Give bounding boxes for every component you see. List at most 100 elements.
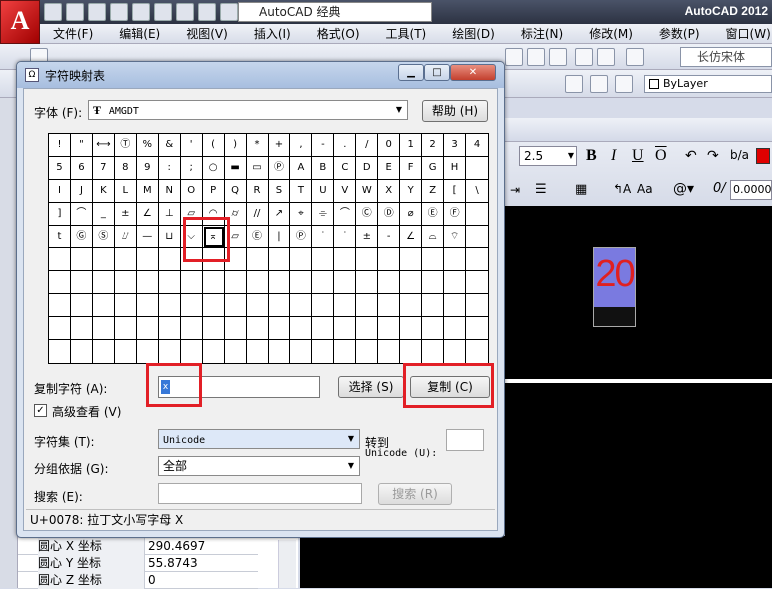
character-cell[interactable]: A (290, 156, 313, 180)
character-cell[interactable] (180, 271, 203, 295)
character-cell[interactable] (466, 226, 488, 249)
insert-field-icon[interactable]: ▦ (575, 182, 587, 197)
character-cell[interactable] (290, 317, 313, 341)
menu-draw[interactable]: 绘图(D) (439, 25, 508, 42)
character-cell[interactable] (334, 294, 357, 318)
design-center-icon[interactable] (597, 48, 615, 66)
menu-window[interactable]: 窗口(W) (713, 25, 772, 42)
character-cell[interactable] (49, 248, 71, 272)
character-cell[interactable]: — (136, 225, 159, 249)
character-cell[interactable]: Ⓕ (444, 202, 467, 226)
mtext-content[interactable]: 20 (594, 249, 635, 299)
layer-states-icon[interactable] (590, 75, 608, 93)
character-cell[interactable]: ∠ (400, 225, 423, 249)
character-cell[interactable] (159, 340, 181, 363)
character-cell[interactable] (356, 294, 379, 318)
character-cell[interactable]: ! (49, 134, 71, 157)
font-select[interactable]: Ŧ AMGDT ▼ (88, 100, 408, 120)
character-cell[interactable]: 1 (400, 134, 423, 157)
character-cell[interactable]: E (378, 156, 401, 180)
stack-icon[interactable]: b/a (730, 148, 749, 162)
zoom-window-icon[interactable] (549, 48, 567, 66)
character-cell[interactable] (49, 294, 71, 318)
save-as-icon[interactable] (110, 3, 128, 21)
character-cell[interactable]: ∠ (136, 202, 159, 226)
character-cell[interactable] (466, 317, 488, 341)
character-grid[interactable]: ! " ⟷ Ⓣ% & '() * +, -./0 1 2 3 4 5 6 7 8 9:; ○ ▬ ▭ Ⓟ A B C D E F G H I… (48, 133, 489, 364)
character-cell[interactable] (422, 340, 445, 363)
character-cell[interactable]: . (334, 134, 357, 157)
character-cell[interactable] (49, 317, 71, 341)
character-cell[interactable] (246, 294, 269, 318)
character-cell[interactable]: * (246, 134, 269, 157)
character-cell[interactable] (422, 271, 445, 295)
character-cell[interactable] (92, 294, 115, 318)
character-cell[interactable] (444, 248, 467, 272)
character-cell[interactable]: % (136, 134, 159, 157)
character-cell[interactable] (202, 271, 225, 295)
undo-icon[interactable] (154, 3, 172, 21)
character-cell[interactable] (180, 294, 203, 318)
help-icon[interactable] (626, 48, 644, 66)
character-cell[interactable] (136, 294, 159, 318)
character-cell[interactable]: C (334, 156, 357, 180)
character-cell[interactable]: R (246, 179, 269, 203)
character-cell[interactable]: Ⓢ (92, 225, 115, 249)
pan-icon[interactable] (505, 48, 523, 66)
undo-icon[interactable]: ↶ (685, 148, 697, 164)
character-cell[interactable] (290, 248, 313, 272)
character-cell[interactable] (181, 340, 203, 363)
character-cell[interactable] (466, 340, 488, 363)
character-cell[interactable]: ) (224, 134, 247, 157)
maximize-button[interactable]: □ (424, 64, 450, 81)
character-cell[interactable]: V (334, 179, 357, 203)
character-cell[interactable]: G (422, 156, 445, 180)
character-cell[interactable]: 8 (114, 156, 137, 180)
character-cell[interactable] (400, 294, 423, 318)
character-cell[interactable]: Ⓟ (290, 225, 313, 249)
character-cell[interactable] (400, 248, 423, 272)
menu-format[interactable]: 格式(O) (304, 25, 373, 42)
character-cell[interactable]: ⌖ (290, 202, 313, 226)
character-cell[interactable]: // (246, 202, 269, 226)
character-cell[interactable] (247, 340, 269, 363)
character-cell[interactable] (137, 340, 159, 363)
uppercase-icon[interactable]: ↰A (613, 182, 631, 196)
text-color-swatch[interactable] (756, 148, 770, 164)
character-cell[interactable] (312, 317, 335, 341)
character-cell[interactable]: 6 (70, 156, 93, 180)
character-cell[interactable] (158, 294, 181, 318)
character-cell[interactable] (136, 271, 159, 295)
character-cell[interactable]: Ⓣ (114, 134, 137, 157)
character-cell[interactable] (268, 294, 291, 318)
character-cell[interactable] (334, 248, 357, 272)
character-cell[interactable] (246, 248, 269, 272)
oblique-angle-input[interactable]: 0.0000 (730, 180, 772, 200)
character-cell[interactable]: Ⓖ (70, 225, 93, 249)
character-cell[interactable] (71, 340, 93, 363)
character-cell[interactable]: | (268, 225, 291, 249)
character-cell[interactable] (114, 248, 137, 272)
character-cell[interactable] (444, 317, 467, 341)
menu-parametric[interactable]: 参数(P) (646, 25, 713, 42)
character-cell[interactable] (334, 317, 357, 341)
character-cell[interactable]: D (356, 156, 379, 180)
character-cell[interactable] (114, 294, 137, 318)
character-cell[interactable]: _ (92, 202, 115, 226)
character-cell[interactable] (202, 294, 225, 318)
character-cell[interactable] (225, 340, 247, 363)
character-cell[interactable] (224, 271, 247, 295)
character-cell[interactable]: ↗ (268, 202, 291, 226)
character-cell[interactable] (92, 271, 115, 295)
menu-edit[interactable]: 编辑(E) (106, 25, 173, 42)
character-cell[interactable]: X (378, 179, 401, 203)
character-cell[interactable]: ˙ (312, 225, 335, 249)
character-cell[interactable] (378, 294, 401, 318)
character-cell[interactable] (312, 340, 335, 363)
character-cell[interactable]: P (202, 179, 225, 203)
character-cell[interactable]: Ⓟ (268, 156, 291, 180)
character-cell[interactable]: 9 (136, 156, 159, 180)
character-cell[interactable] (334, 271, 357, 295)
property-value[interactable]: 290.4697 (144, 538, 276, 555)
character-cell[interactable]: Q (224, 179, 247, 203)
